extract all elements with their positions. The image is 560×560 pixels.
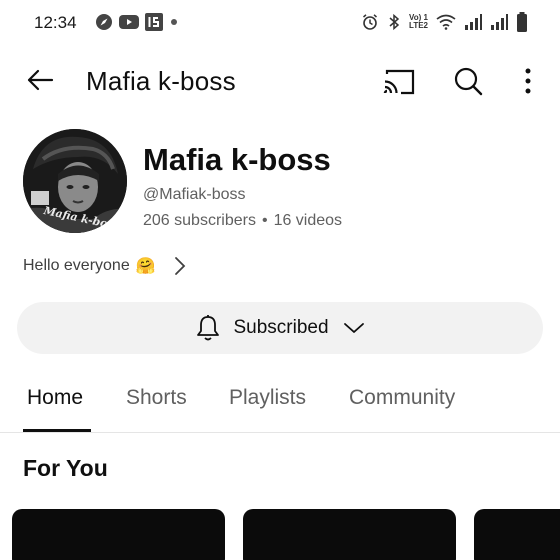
section-title: For You [23, 455, 108, 481]
cast-button[interactable] [381, 66, 417, 96]
subscribed-button[interactable]: Subscribed [17, 302, 543, 354]
active-tab-indicator [23, 429, 91, 432]
more-vert-icon [525, 68, 531, 94]
channel-name: Mafia k-boss [143, 142, 331, 177]
status-left-icons [95, 13, 179, 31]
back-arrow-icon [27, 69, 54, 91]
compass-icon [95, 13, 113, 31]
battery-icon [516, 12, 528, 32]
chevron-down-icon [343, 321, 365, 335]
app-s-icon [145, 13, 163, 31]
status-time: 12:34 [34, 13, 77, 32]
channel-stats: 206 subscribers • 16 videos [143, 212, 342, 230]
tab-playlists[interactable]: Playlists [229, 386, 306, 410]
channel-tabs: Home Shorts Playlists Community [0, 378, 560, 433]
bluetooth-icon [387, 13, 401, 31]
app-bar: Mafia k-boss [0, 46, 560, 116]
signal-icon-2 [490, 14, 508, 30]
description-text: Hello everyone [23, 257, 130, 274]
alarm-icon [361, 13, 379, 31]
channel-handle: @Mafiak-boss [143, 186, 246, 203]
volte-icon: Vo) 1 LTE2 [409, 14, 428, 30]
video-thumbnail-1[interactable] [12, 509, 225, 560]
network-label-bottom: LTE2 [409, 21, 428, 30]
hugging-face-emoji: 🤗 [135, 258, 156, 275]
app-bar-title: Mafia k-boss [86, 66, 236, 96]
status-bar: 12:34 Vo) 1 LTE2 [0, 0, 560, 46]
subscriber-count: 206 subscribers [143, 212, 256, 229]
more-options-button[interactable] [515, 64, 541, 98]
notification-dot [169, 17, 179, 27]
subscribed-label: Subscribed [233, 317, 329, 338]
youtube-icon [119, 14, 139, 30]
search-button[interactable] [451, 64, 485, 98]
channel-description[interactable]: Hello everyone 🤗 [23, 254, 186, 278]
status-right-icons: Vo) 1 LTE2 [361, 12, 528, 32]
tab-community[interactable]: Community [349, 386, 455, 410]
bell-icon [195, 314, 221, 342]
video-thumbnail-3[interactable] [474, 509, 560, 560]
chevron-right-icon [174, 256, 186, 276]
cast-icon [383, 69, 415, 95]
back-button[interactable] [22, 64, 58, 96]
search-icon [454, 67, 483, 96]
video-thumbnail-2[interactable] [243, 509, 456, 560]
video-count: 16 videos [273, 212, 343, 229]
tab-shorts[interactable]: Shorts [126, 386, 187, 410]
channel-avatar[interactable]: Mafia k-boss [23, 129, 127, 233]
signal-icon [464, 14, 482, 30]
tab-home[interactable]: Home [27, 386, 83, 410]
stats-separator: • [261, 212, 268, 229]
wifi-icon [436, 14, 456, 30]
